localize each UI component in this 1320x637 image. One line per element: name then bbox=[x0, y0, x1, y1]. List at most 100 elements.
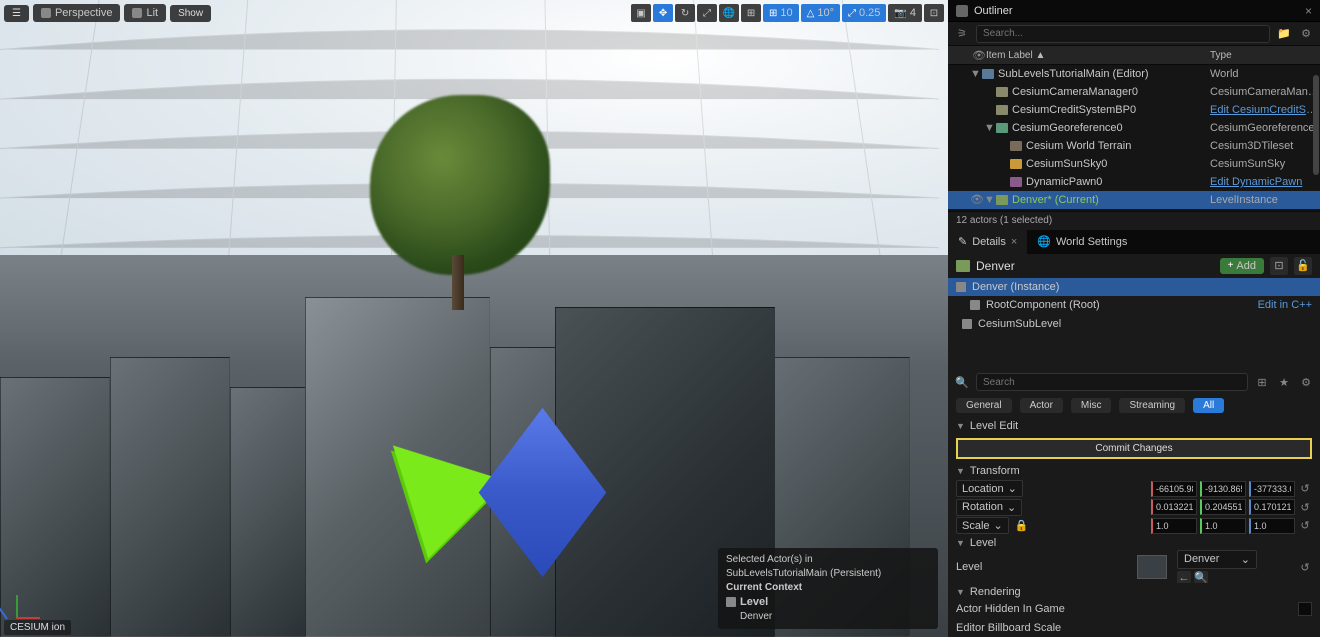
outliner-row[interactable]: CesiumSunSky0CesiumSunSky bbox=[948, 155, 1320, 173]
type-column[interactable]: Type bbox=[1210, 50, 1320, 61]
outliner-row[interactable]: CesiumCreditSystemBP0Edit CesiumCreditSy… bbox=[948, 101, 1320, 119]
reset-icon[interactable]: ↺ bbox=[1298, 519, 1312, 532]
outliner-row[interactable]: DynamicPawn0Edit DynamicPawn bbox=[948, 173, 1320, 191]
close-icon[interactable]: × bbox=[1011, 236, 1017, 248]
context-level-value: Denver bbox=[726, 610, 930, 624]
viewport-3d[interactable]: ☰ Perspective Lit Show ▣ ✥ ↻ ⤢ 🌐 ⊞ ⊞10 △… bbox=[0, 0, 948, 637]
expand-toggle[interactable]: ▼ bbox=[984, 122, 996, 134]
outliner-row[interactable]: 👁▼Denver* (Current)LevelInstance bbox=[948, 191, 1320, 209]
category-level[interactable]: ▼Level bbox=[948, 535, 1320, 552]
actor-name[interactable]: Denver bbox=[976, 259, 1214, 273]
axis-gizmo[interactable] bbox=[6, 587, 38, 619]
tab-details[interactable]: ✎Details× bbox=[948, 230, 1027, 254]
viewport-menu-button[interactable]: ☰ bbox=[4, 5, 29, 22]
level-select-dropdown[interactable]: Denver⌄ bbox=[1177, 550, 1257, 569]
location-y-input[interactable] bbox=[1200, 481, 1246, 497]
lock-icon[interactable]: 🔒 bbox=[1015, 519, 1029, 532]
coord-space-button[interactable]: 🌐 bbox=[719, 4, 739, 22]
scale-y-input[interactable] bbox=[1200, 518, 1246, 534]
scale-row: Scale⌄ 🔒 ↺ bbox=[948, 516, 1320, 535]
outliner-search-input[interactable] bbox=[976, 25, 1270, 43]
scale-x-input[interactable] bbox=[1151, 518, 1197, 534]
outliner-item-type[interactable]: Edit DynamicPawn bbox=[1210, 176, 1320, 188]
chevron-down-icon: ⌄ bbox=[1241, 553, 1250, 566]
outliner-row[interactable]: Aerometrex Denver High Resolution 3D Mod… bbox=[948, 209, 1320, 211]
category-level-edit[interactable]: ▼Level Edit bbox=[948, 417, 1320, 434]
reset-icon[interactable]: ↺ bbox=[1298, 561, 1312, 574]
visibility-column-icon[interactable]: 👁 bbox=[972, 49, 986, 62]
filter-actor[interactable]: Actor bbox=[1020, 398, 1063, 413]
add-component-button[interactable]: +Add bbox=[1220, 258, 1264, 274]
context-line: Selected Actor(s) in bbox=[726, 553, 930, 567]
translate-tool[interactable]: ✥ bbox=[653, 4, 673, 22]
location-x-input[interactable] bbox=[1151, 481, 1197, 497]
details-search-row: 🔍 ⊞ ★ ⚙ bbox=[948, 370, 1320, 394]
location-z-input[interactable] bbox=[1249, 481, 1295, 497]
outliner-item-type[interactable]: Edit CesiumCreditSyste bbox=[1210, 104, 1320, 116]
grid-snap-button[interactable]: ⊞10 bbox=[763, 4, 799, 22]
filter-general[interactable]: General bbox=[956, 398, 1012, 413]
scale-dropdown[interactable]: Scale⌄ bbox=[956, 517, 1009, 534]
viewport-maximize-button[interactable]: ⊡ bbox=[924, 4, 944, 22]
grid-icon[interactable]: ⊞ bbox=[1254, 374, 1270, 390]
commit-changes-button[interactable]: Commit Changes bbox=[956, 438, 1312, 459]
component-instance-row[interactable]: Denver (Instance) bbox=[948, 278, 1320, 297]
settings-icon[interactable]: ⚙ bbox=[1298, 26, 1314, 42]
tab-world-label: World Settings bbox=[1056, 236, 1127, 248]
visibility-icon[interactable]: 👁 bbox=[970, 193, 984, 206]
scale-snap-button[interactable]: ⤢0.25 bbox=[842, 4, 886, 22]
outliner-tree[interactable]: ▼SubLevelsTutorialMain (Editor)WorldCesi… bbox=[948, 65, 1320, 211]
scale-z-input[interactable] bbox=[1249, 518, 1295, 534]
rotation-dropdown[interactable]: Rotation⌄ bbox=[956, 499, 1022, 516]
component-cesium-row[interactable]: CesiumSubLevel bbox=[948, 315, 1320, 334]
rotation-x-input[interactable] bbox=[1151, 499, 1197, 515]
edit-cpp-link[interactable]: Edit in C++ bbox=[1258, 299, 1312, 311]
tab-world-settings[interactable]: 🌐World Settings bbox=[1027, 230, 1137, 254]
folder-add-icon[interactable]: 📁 bbox=[1276, 26, 1292, 42]
filter-streaming[interactable]: Streaming bbox=[1119, 398, 1185, 413]
cam-icon bbox=[996, 87, 1008, 97]
reset-icon[interactable]: ↺ bbox=[1298, 501, 1312, 514]
component-root-row[interactable]: RootComponent (Root)Edit in C++ bbox=[948, 296, 1320, 315]
expand-toggle[interactable]: ▼ bbox=[984, 194, 996, 206]
details-search-input[interactable] bbox=[976, 373, 1248, 391]
location-dropdown[interactable]: Location⌄ bbox=[956, 480, 1023, 497]
rotation-z-input[interactable] bbox=[1249, 499, 1295, 515]
filter-misc[interactable]: Misc bbox=[1071, 398, 1112, 413]
surface-snap-button[interactable]: ⊞ bbox=[741, 4, 761, 22]
settings-icon[interactable]: ⚙ bbox=[1298, 374, 1314, 390]
filter-all[interactable]: All bbox=[1193, 398, 1224, 413]
category-rendering[interactable]: ▼Rendering bbox=[948, 583, 1320, 600]
outliner-item-label: CesiumGeoreference0 bbox=[1012, 122, 1210, 134]
perspective-dropdown[interactable]: Perspective bbox=[33, 4, 120, 22]
outliner-row[interactable]: ▼CesiumGeoreference0CesiumGeoreference bbox=[948, 119, 1320, 137]
lit-dropdown[interactable]: Lit bbox=[124, 4, 166, 22]
category-transform[interactable]: ▼Transform bbox=[948, 463, 1320, 480]
rotation-y-input[interactable] bbox=[1200, 499, 1246, 515]
item-label-column[interactable]: Item Label ▲ bbox=[986, 50, 1210, 61]
show-dropdown[interactable]: Show bbox=[170, 5, 211, 22]
reset-icon[interactable]: ↺ bbox=[1298, 482, 1312, 495]
filter-icon[interactable]: ⚞ bbox=[954, 26, 970, 42]
expand-toggle[interactable]: ▼ bbox=[970, 68, 982, 80]
outliner-title: Outliner bbox=[974, 5, 1013, 17]
close-icon[interactable]: × bbox=[1305, 4, 1312, 18]
scale-tool[interactable]: ⤢ bbox=[697, 4, 717, 22]
scrollbar-thumb[interactable] bbox=[1313, 75, 1319, 175]
lock-icon[interactable]: 🔓 bbox=[1294, 257, 1312, 275]
outliner-row[interactable]: ▼SubLevelsTutorialMain (Editor)World bbox=[948, 65, 1320, 83]
camera-speed-button[interactable]: 📷4 bbox=[888, 4, 922, 22]
rotate-tool[interactable]: ↻ bbox=[675, 4, 695, 22]
favorite-icon[interactable]: ★ bbox=[1276, 374, 1292, 390]
hidden-checkbox[interactable] bbox=[1298, 602, 1312, 616]
outliner-item-label: Cesium World Terrain bbox=[1026, 140, 1210, 152]
outliner-row[interactable]: CesiumCameraManager0CesiumCameraManage bbox=[948, 83, 1320, 101]
select-tool[interactable]: ▣ bbox=[631, 4, 651, 22]
sublevel-icon bbox=[962, 319, 972, 329]
angle-snap-button[interactable]: △10° bbox=[801, 4, 840, 22]
browse-icon[interactable]: ⊡ bbox=[1270, 257, 1288, 275]
terr-icon bbox=[1010, 141, 1022, 151]
outliner-row[interactable]: Cesium World TerrainCesium3DTileset bbox=[948, 137, 1320, 155]
level-thumbnail[interactable] bbox=[1137, 555, 1167, 579]
context-level-label: Level bbox=[740, 596, 768, 608]
